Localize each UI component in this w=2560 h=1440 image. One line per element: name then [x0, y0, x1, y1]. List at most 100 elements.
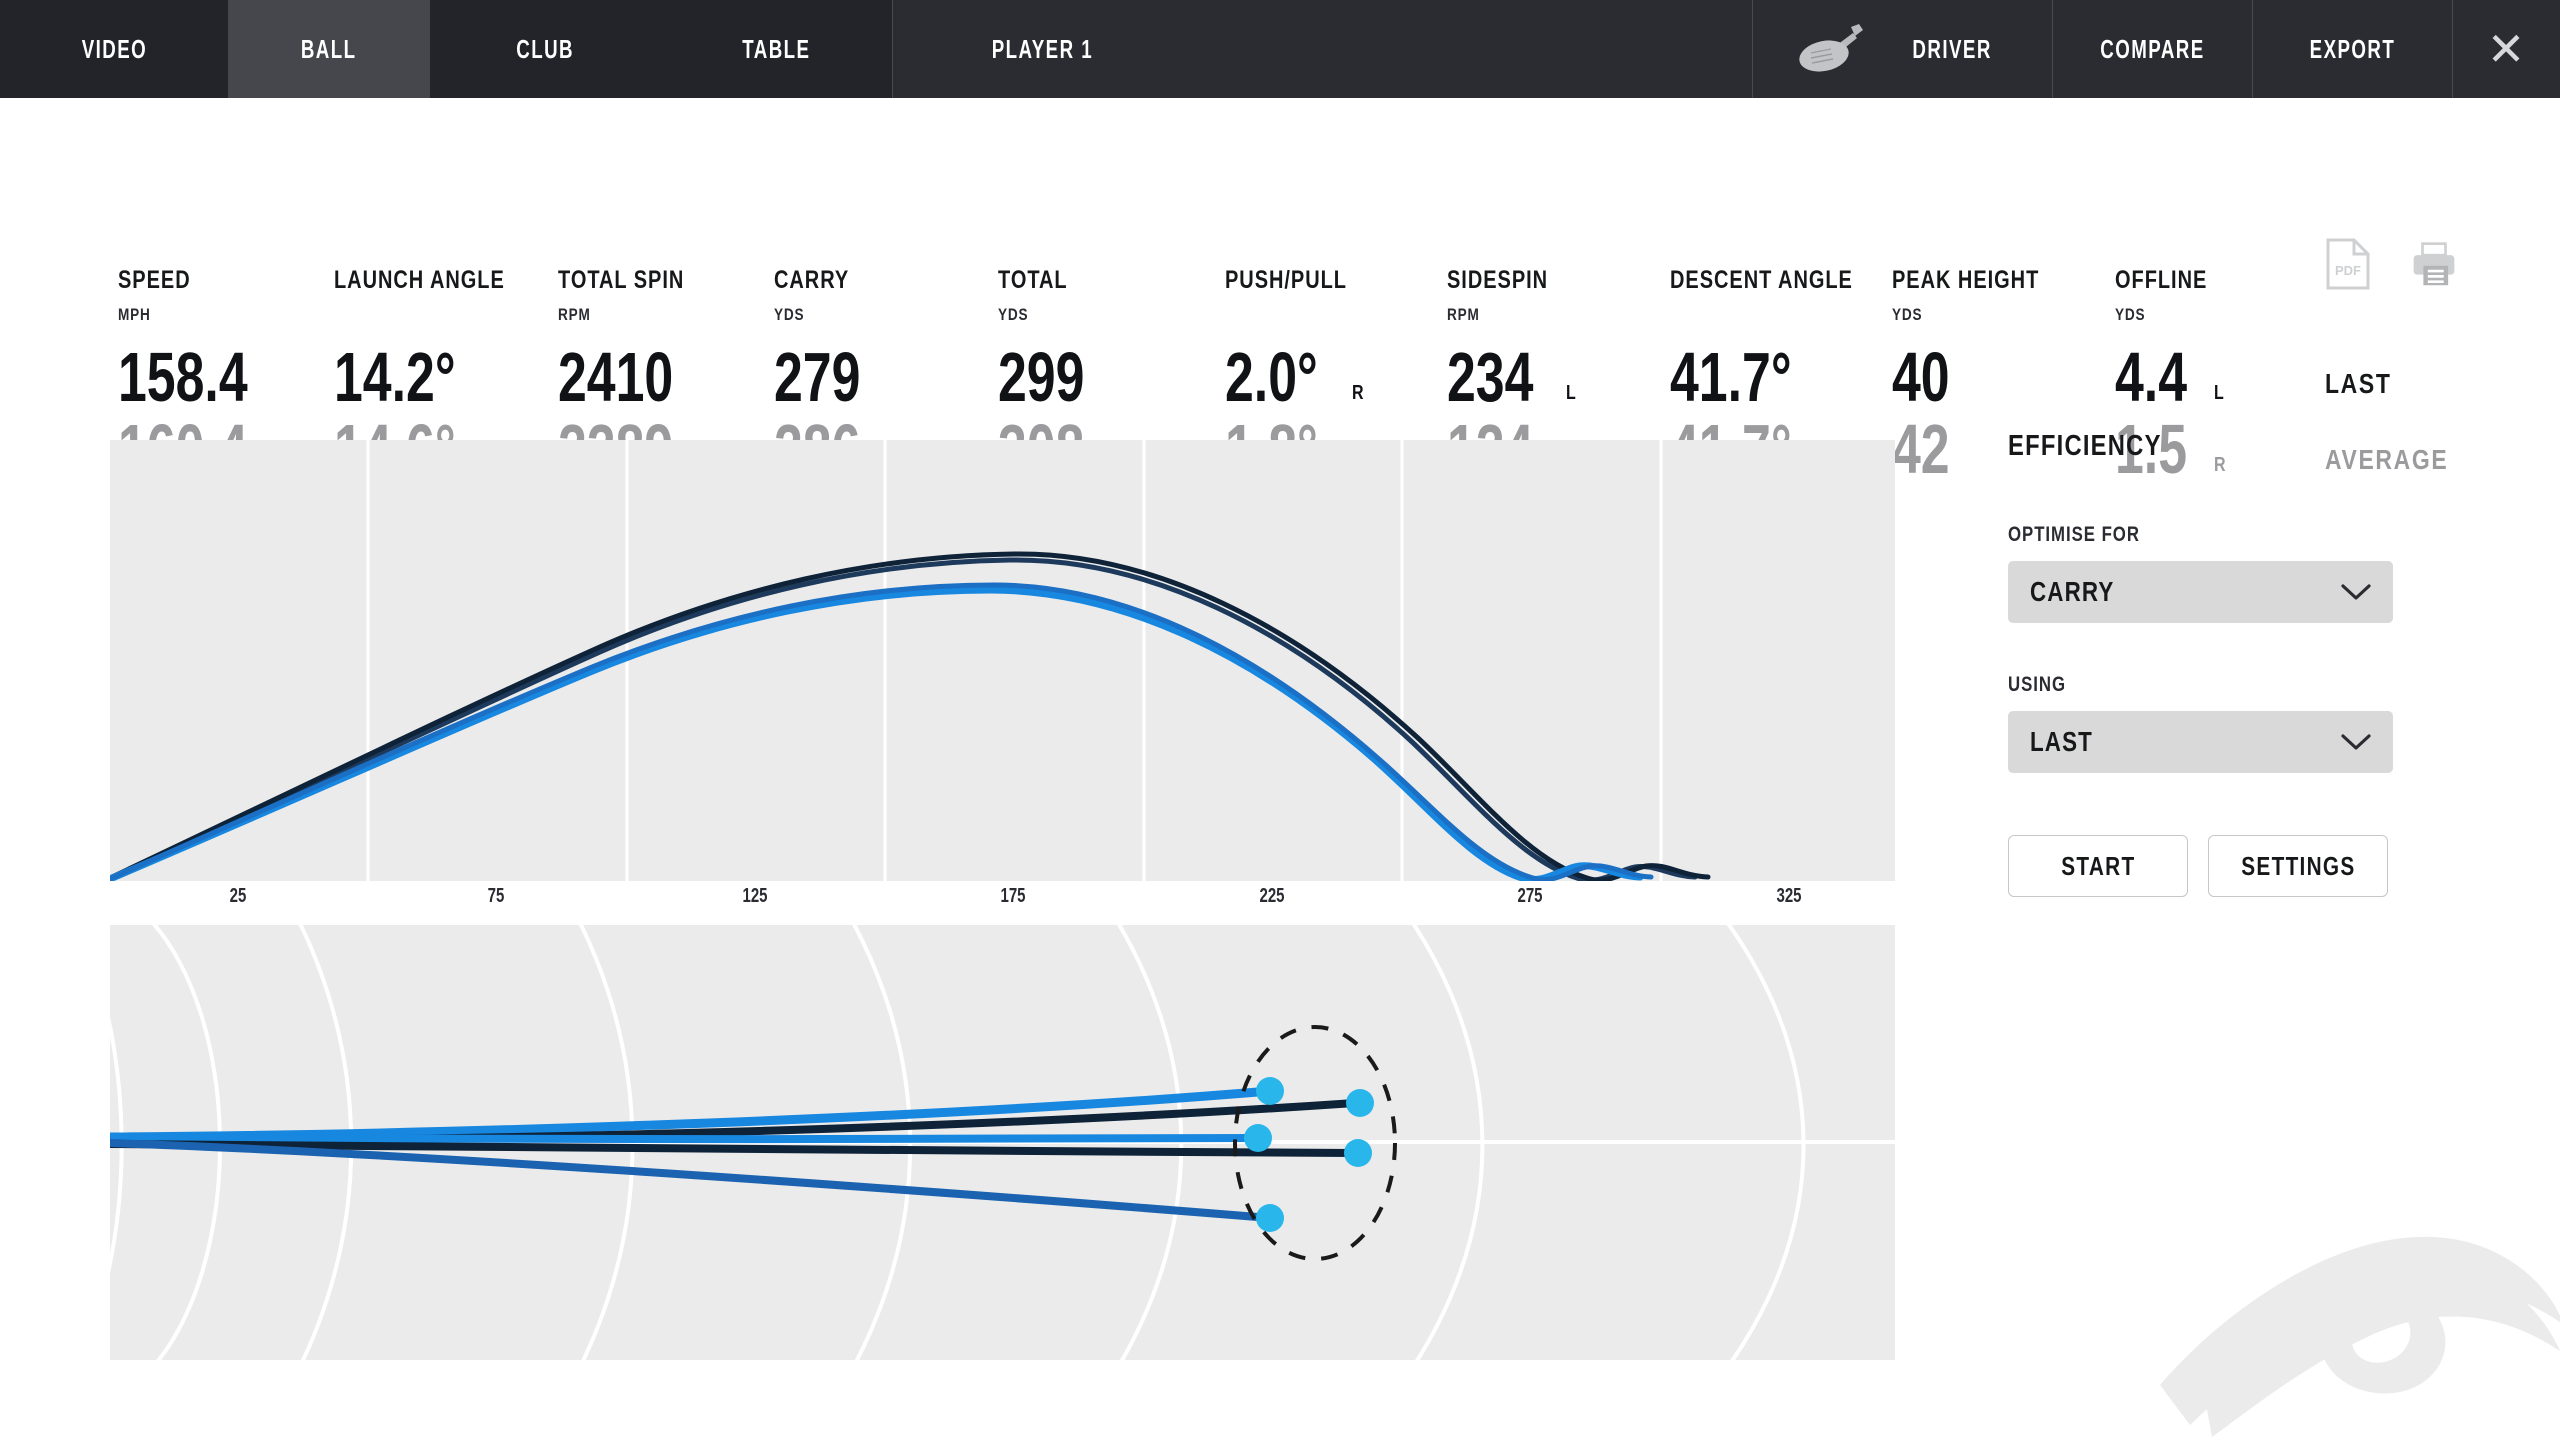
settings-button-label: SETTINGS: [2240, 850, 2356, 881]
using-value: LAST: [2030, 726, 2093, 757]
metric-carry-last: 279: [774, 337, 861, 416]
export-button-label: EXPORT: [2309, 33, 2395, 64]
metric-carry-title: CARRY: [774, 266, 850, 294]
tab-table[interactable]: TABLE: [660, 0, 892, 98]
svg-text:PDF: PDF: [2335, 263, 2361, 278]
metric-launch-angle-last: 14.2°: [334, 337, 456, 416]
trajectory-line-average: [107, 551, 1711, 883]
club-selector[interactable]: DRIVER: [1752, 0, 2052, 98]
efficiency-title: EFFICIENCY: [2008, 430, 2162, 462]
x-tick-325: 325: [1776, 885, 1802, 907]
legend-last-label: LAST: [2325, 368, 2392, 399]
metric-speed-last: 158.4: [118, 337, 248, 416]
close-icon: ✕: [2486, 23, 2526, 75]
export-button[interactable]: EXPORT: [2252, 0, 2452, 98]
chevron-down-icon: [2341, 734, 2371, 750]
optimise-for-value: CARRY: [2030, 576, 2115, 607]
metric-peak-height-average: 42: [1892, 409, 1950, 488]
metric-push-pull-last: 2.0°: [1225, 337, 1318, 416]
metric-peak-height-last: 40: [1892, 337, 1950, 416]
tab-video-label: VIDEO: [81, 33, 147, 64]
brand-watermark-eye-icon: [2160, 1236, 2560, 1437]
tab-club[interactable]: CLUB: [430, 0, 660, 98]
x-tick-275: 275: [1517, 885, 1543, 907]
metric-total-unit: YDS: [998, 305, 1029, 324]
metric-offline-last-suffix: L: [2214, 382, 2225, 404]
tab-video[interactable]: VIDEO: [0, 0, 228, 98]
driver-club-icon: [1799, 24, 1863, 72]
launch-monitor-app: VIDEO BALL CLUB TABLE PLAYER 1 DRIVER CO…: [0, 0, 2560, 1440]
nav-spacer: [1192, 0, 1752, 98]
metric-push-pull-last-suffix: R: [1352, 382, 1364, 404]
compare-button-label: COMPARE: [2099, 33, 2205, 64]
chevron-down-icon: [2341, 584, 2371, 600]
dispersion-chart-panel: [110, 925, 1895, 1360]
x-tick-175: 175: [1000, 885, 1026, 907]
tab-club-label: CLUB: [516, 33, 574, 64]
settings-button[interactable]: SETTINGS: [2208, 835, 2388, 897]
trajectory-gridlines: [366, 440, 1663, 881]
metric-offline-last: 4.4: [2115, 337, 2188, 416]
metric-descent-angle-title: DESCENT ANGLE: [1670, 266, 1853, 294]
trajectory-line-last: [107, 582, 1654, 883]
printer-icon[interactable]: [2411, 238, 2457, 290]
x-tick-225: 225: [1259, 885, 1285, 907]
compare-button[interactable]: COMPARE: [2052, 0, 2252, 98]
efficiency-button-row: START SETTINGS: [2008, 835, 2408, 897]
metric-total-title: TOTAL: [998, 266, 1068, 294]
tab-ball[interactable]: BALL: [228, 0, 430, 98]
metric-total-last: 299: [998, 337, 1085, 416]
metric-total-spin-last: 2410: [558, 337, 674, 416]
metric-speed-title: SPEED: [118, 266, 191, 294]
trajectory-x-axis: 25 75 125 175 225 275 325: [110, 885, 1895, 925]
shot-endpoint-3[interactable]: [1244, 1124, 1272, 1152]
tab-table-label: TABLE: [741, 33, 811, 64]
metric-launch-angle-unit: [334, 305, 505, 323]
shot-endpoint-2[interactable]: [1346, 1089, 1374, 1117]
top-navigation-bar: VIDEO BALL CLUB TABLE PLAYER 1 DRIVER CO…: [0, 0, 2560, 98]
metric-descent-angle-unit: [1670, 305, 1853, 323]
metric-total-spin-title: TOTAL SPIN: [558, 266, 685, 294]
metric-sidespin-last-suffix: L: [1565, 382, 1576, 404]
start-button[interactable]: START: [2008, 835, 2188, 897]
metric-carry-unit: YDS: [774, 305, 805, 324]
metric-sidespin-unit: RPM: [1447, 305, 1480, 324]
shot-line-3: [110, 1134, 1262, 1144]
dispersion-shot-lines: [110, 1086, 1359, 1222]
metrics-row: SPEED MPH 158.4 160.4 LAUNCH ANGLE 14.2°…: [0, 98, 2560, 484]
using-select[interactable]: LAST: [2008, 711, 2393, 773]
export-icon-group: PDF: [2325, 238, 2457, 290]
dispersion-chart-svg: [110, 925, 1895, 1360]
tab-player-1[interactable]: PLAYER 1: [892, 0, 1192, 98]
metric-launch-angle-title: LAUNCH ANGLE: [334, 266, 505, 294]
efficiency-panel: EFFICIENCY OPTIMISE FOR CARRY USING LAST…: [2008, 430, 2408, 897]
metric-peak-height-title: PEAK HEIGHT: [1892, 266, 2040, 294]
pdf-export-icon[interactable]: PDF: [2325, 238, 2371, 290]
shot-endpoint-1[interactable]: [1256, 1077, 1284, 1105]
x-tick-75: 75: [487, 885, 505, 907]
metric-sidespin-last: 234: [1447, 337, 1534, 416]
optimise-for-label: OPTIMISE FOR: [2008, 523, 2140, 546]
metric-sidespin-title: SIDESPIN: [1447, 266, 1549, 294]
trajectory-chart-panel: [106, 440, 1895, 884]
metric-push-pull-unit: [1225, 305, 1347, 323]
metric-descent-angle-last: 41.7°: [1670, 337, 1792, 416]
tab-ball-label: BALL: [301, 33, 357, 64]
optimise-for-select[interactable]: CARRY: [2008, 561, 2393, 623]
metric-total-spin-unit: RPM: [558, 305, 591, 324]
metric-peak-height-unit: YDS: [1892, 305, 1923, 324]
x-tick-125: 125: [742, 885, 768, 907]
x-tick-25: 25: [229, 885, 247, 907]
using-label: USING: [2008, 673, 2067, 696]
tab-player-1-label: PLAYER 1: [991, 33, 1093, 64]
shot-endpoint-4[interactable]: [1344, 1139, 1372, 1167]
metric-offline-title: OFFLINE: [2115, 266, 2208, 294]
trajectory-line-last-shadow: [106, 586, 1644, 884]
start-button-label: START: [2060, 850, 2136, 881]
close-button[interactable]: ✕: [2452, 0, 2560, 98]
shot-endpoint-5[interactable]: [1256, 1204, 1284, 1232]
club-selector-label: DRIVER: [1912, 33, 1992, 64]
metric-offline-unit: YDS: [2115, 305, 2146, 324]
metric-push-pull-title: PUSH/PULL: [1225, 266, 1347, 294]
metric-speed-unit: MPH: [118, 305, 151, 324]
